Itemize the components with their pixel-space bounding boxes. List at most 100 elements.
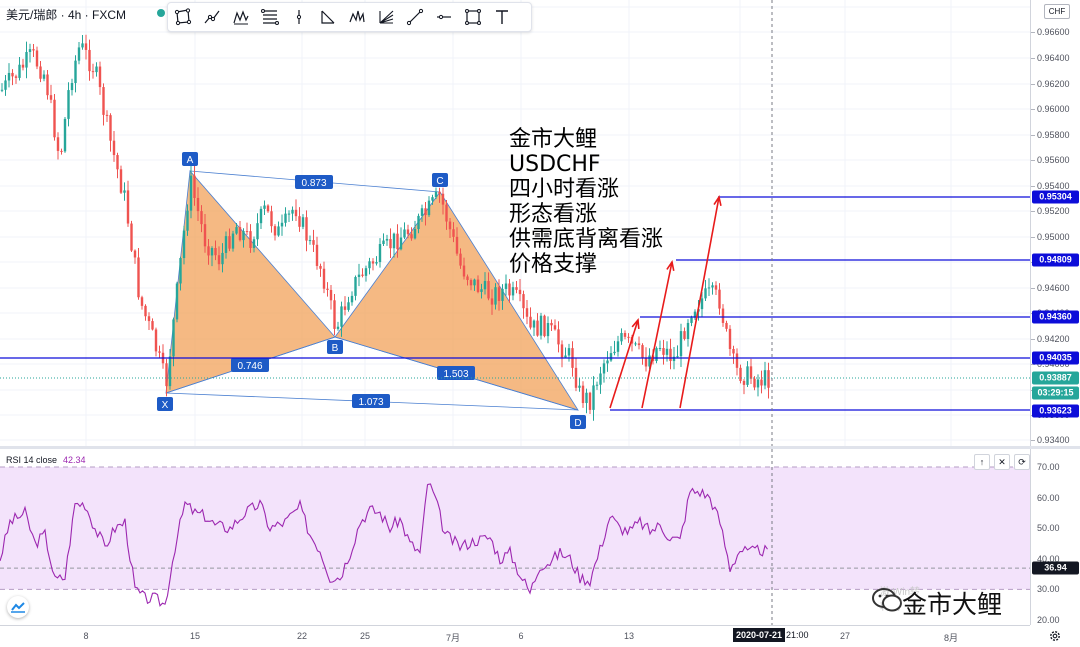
- candle-body: [529, 316, 532, 328]
- candle-body: [221, 252, 224, 265]
- ratio-text: 1.073: [358, 397, 383, 408]
- symbol-title[interactable]: 美元/瑞郎 · 4h · FXCM: [6, 6, 126, 23]
- ratio-xb-label: 0.746: [231, 358, 269, 372]
- candle-body: [186, 210, 189, 231]
- time-tick-label: 27: [839, 631, 851, 641]
- candle-body: [49, 95, 53, 100]
- rsi-axis[interactable]: 70.00 60.00 50.00 40.00 30.00 20.00 36.94: [1030, 449, 1080, 625]
- currency-badge[interactable]: CHF: [1044, 4, 1070, 19]
- candle-body: [557, 329, 560, 345]
- candle-body: [287, 213, 291, 215]
- fib-levels-icon[interactable]: [255, 3, 284, 31]
- candle-body: [753, 378, 756, 388]
- candle-body: [588, 392, 592, 410]
- candle-body: [175, 283, 179, 320]
- candle-body: [550, 322, 553, 326]
- rsi-tick-label: 60.00: [1037, 492, 1060, 503]
- price-pane[interactable]: A B C D X 0.873 0.746 1.503 1.073 美元/瑞郎 · 4h · F…: [0, 0, 1030, 446]
- candle-body: [333, 300, 336, 329]
- price-tick-label: 0.94200: [1037, 334, 1070, 344]
- fib-fan-icon[interactable]: [371, 3, 400, 31]
- candle-body: [599, 373, 602, 385]
- candle-body: [497, 287, 501, 301]
- price-tick-mark: [1031, 440, 1035, 441]
- candle-body: [270, 211, 273, 227]
- wechat-logo-icon: [872, 588, 902, 612]
- candle-body: [602, 363, 606, 374]
- annotation-text[interactable]: 金市大鲤 USDCHF 四小时看涨 形态看涨 供需底背离看涨 价格支撑: [509, 127, 663, 277]
- candle-body: [662, 348, 665, 355]
- settings-gear-icon[interactable]: [1048, 629, 1062, 643]
- move-up-icon[interactable]: ↑: [974, 454, 990, 470]
- candle-body: [532, 320, 536, 328]
- candle-body: [140, 297, 144, 306]
- price-level-label: 0.93623: [1032, 404, 1079, 418]
- pattern-icon[interactable]: [226, 3, 255, 31]
- candle-body: [452, 229, 455, 237]
- trend-path-icon[interactable]: [197, 3, 226, 31]
- text-icon[interactable]: [487, 3, 516, 31]
- candle-body: [735, 353, 739, 368]
- ratio-text: 0.873: [301, 178, 326, 189]
- maximize-icon[interactable]: ⟳: [1014, 454, 1030, 470]
- candle-body: [756, 379, 760, 388]
- head-shoulders-icon[interactable]: [342, 3, 371, 31]
- candle-body: [511, 287, 515, 296]
- candle-body: [291, 209, 294, 214]
- price-tick-label: 0.96400: [1037, 53, 1070, 63]
- candle-body: [81, 43, 84, 48]
- rsi-legend[interactable]: RSI 14 close 42.34: [6, 455, 86, 465]
- close-icon[interactable]: ✕: [994, 454, 1010, 470]
- annotation-line: 价格支撑: [509, 252, 598, 277]
- line-icon[interactable]: [400, 3, 429, 31]
- time-tick-label: 6: [518, 631, 524, 641]
- candle-body: [53, 99, 56, 138]
- candle-body: [343, 306, 347, 310]
- candle-body: [210, 248, 214, 256]
- ratio-xd-label: 1.073: [352, 394, 390, 408]
- time-tick-label: 8月: [943, 633, 959, 643]
- candle-body: [242, 231, 245, 241]
- vertical-line-icon[interactable]: [284, 3, 313, 31]
- candle-body: [725, 322, 728, 329]
- candle-body: [238, 227, 242, 241]
- price-tick-mark: [1031, 109, 1035, 110]
- candle-body: [616, 341, 620, 352]
- horizontal-line-icon[interactable]: [429, 3, 458, 31]
- price-tick-label: 0.96600: [1037, 27, 1070, 37]
- candle-body: [371, 261, 375, 264]
- candle-body: [669, 348, 672, 362]
- candle-body: [263, 205, 266, 209]
- candle-body: [448, 221, 452, 230]
- candle-body: [403, 229, 406, 238]
- candle-body: [133, 250, 137, 258]
- price-tick-label: 0.95200: [1037, 206, 1070, 216]
- candle-body: [595, 384, 599, 386]
- point-c-label: C: [432, 173, 448, 187]
- point-b-label: B: [327, 340, 343, 354]
- time-axis[interactable]: 8 15 22 25 7月 6 13 27 8月: [0, 625, 1030, 647]
- drawing-toolbar: [167, 2, 532, 32]
- candle-body: [28, 49, 32, 52]
- candle-body: [707, 287, 711, 289]
- candle-body: [546, 322, 550, 337]
- annotation-line: 供需底背离看涨: [509, 227, 664, 252]
- candle-body: [200, 211, 203, 225]
- xabcd-icon[interactable]: [313, 3, 342, 31]
- candle-body: [357, 274, 361, 278]
- tradingview-logo[interactable]: [7, 596, 29, 618]
- candle-body: [441, 193, 445, 205]
- watermark-text: 金市大鲤: [902, 590, 1003, 619]
- pattern-point-text: A: [187, 155, 194, 166]
- box-icon[interactable]: [458, 3, 487, 31]
- candle-body: [7, 72, 11, 81]
- rsi-tick-label: 50.00: [1037, 523, 1060, 534]
- price-axis[interactable]: 0.96600 0.96400 0.96200 0.96000 0.95800 0.956…: [1030, 0, 1080, 446]
- rectangle-path-icon[interactable]: [168, 3, 197, 31]
- candle-body: [487, 281, 490, 299]
- price-tick-mark: [1031, 58, 1035, 59]
- price-tick-label: 0.94600: [1037, 283, 1070, 293]
- rsi-tick-label: 70.00: [1037, 462, 1060, 472]
- candle-body: [123, 190, 126, 193]
- candle-body: [560, 344, 564, 358]
